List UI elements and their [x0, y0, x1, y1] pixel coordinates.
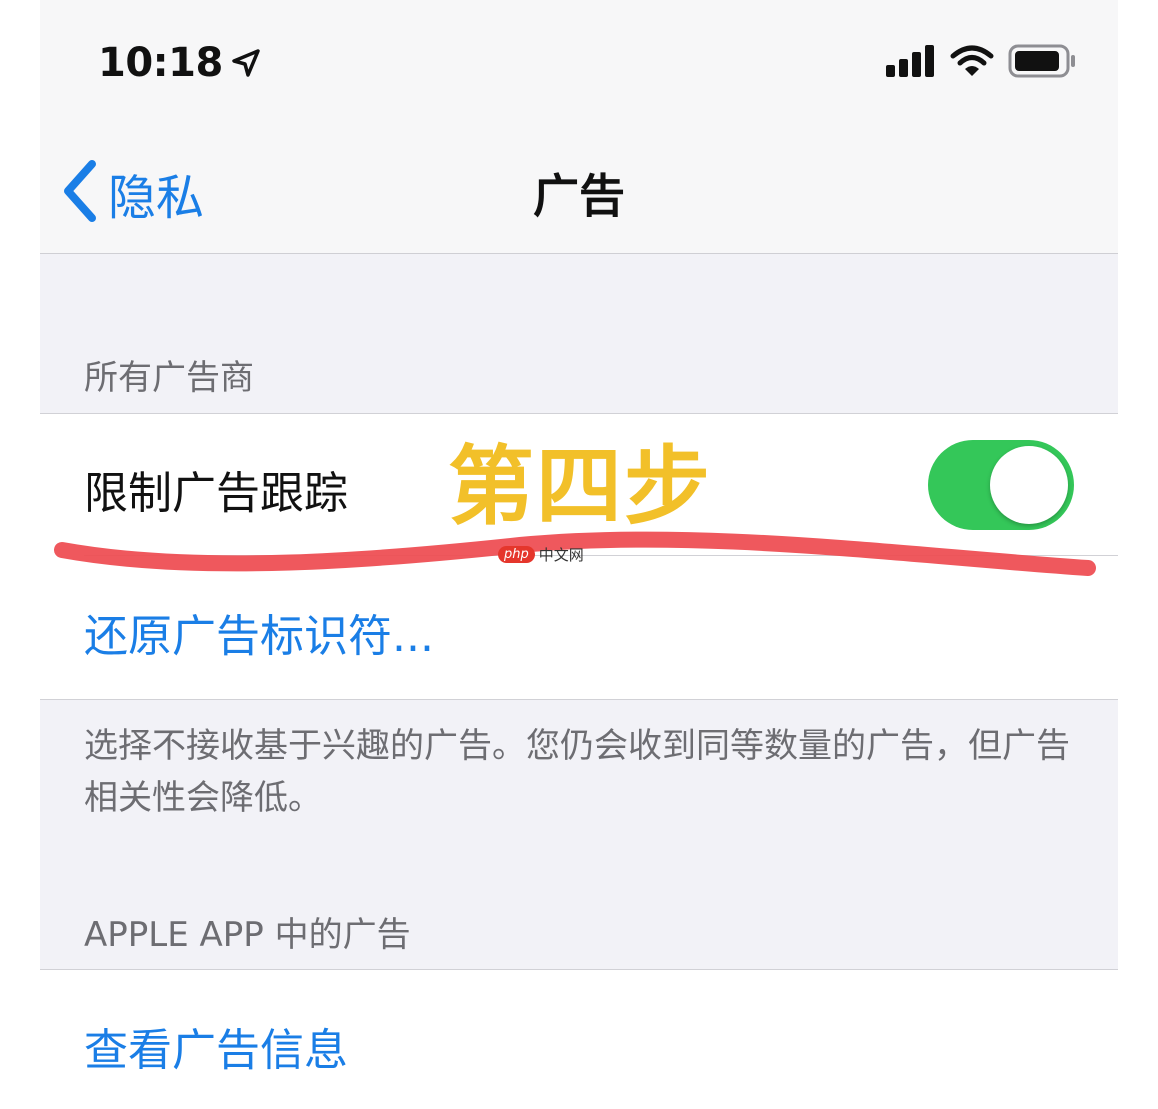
- watermark: php 中文网: [498, 544, 584, 565]
- watermark-logo: php: [498, 546, 535, 563]
- watermark-text: 中文网: [538, 546, 584, 564]
